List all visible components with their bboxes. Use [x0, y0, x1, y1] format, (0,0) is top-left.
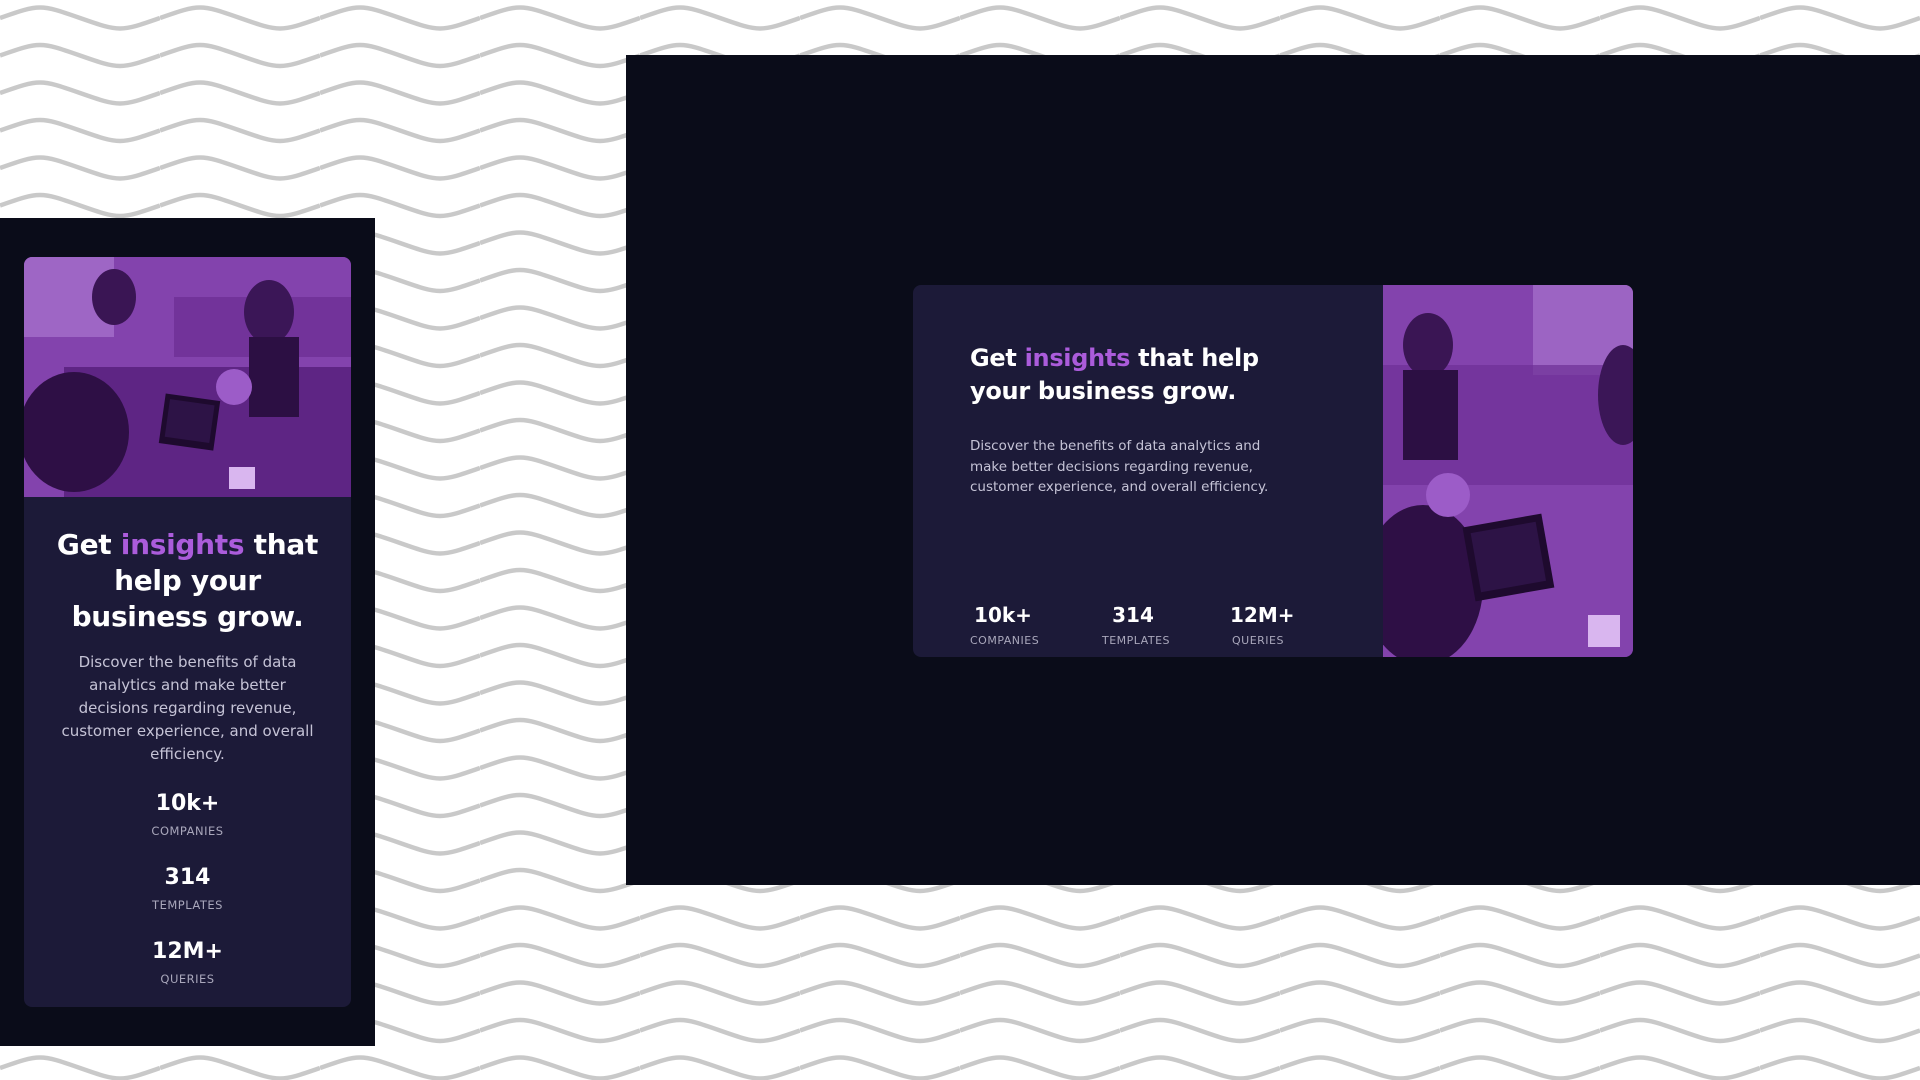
heading-accent-word: insights — [120, 528, 245, 561]
stat-label: TEMPLATES — [152, 898, 223, 912]
description-text: Discover the benefits of data analytics … — [970, 438, 1269, 495]
stat-item: 12M+ QUERIES — [1230, 602, 1295, 647]
stat-label: COMPANIES — [151, 824, 224, 838]
description-text: Discover the benefits of data analytics … — [61, 653, 314, 763]
desktop-preview-frame: Get insights that help your business gro… — [626, 55, 1920, 885]
stat-item: 314 TEMPLATES — [24, 864, 351, 938]
team-photo-image — [1383, 285, 1633, 657]
main-heading: Get insights that help your business gro… — [44, 527, 331, 635]
stat-value: 12M+ — [1230, 603, 1295, 627]
mobile-preview-frame: Get insights that help your business gro… — [0, 218, 375, 1046]
stat-label: QUERIES — [160, 972, 215, 986]
main-heading: Get insights that help your business gro… — [970, 342, 1290, 408]
stat-label: QUERIES — [1232, 634, 1284, 647]
stat-value: 12M+ — [152, 939, 223, 964]
team-photo-image — [24, 257, 351, 497]
stat-value: 10k+ — [155, 791, 220, 816]
heading-accent-word: insights — [1024, 344, 1131, 372]
stat-item: 10k+ COMPANIES — [970, 602, 1040, 647]
stat-value: 314 — [1112, 603, 1154, 627]
stat-label: COMPANIES — [970, 634, 1040, 647]
stat-value: 10k+ — [974, 603, 1032, 627]
stats-list: 10k+ COMPANIES 314 TEMPLATES 12M+ QUERIE… — [970, 602, 1310, 657]
stats-preview-card-desktop: Get insights that help your business gro… — [913, 285, 1633, 657]
heading-prefix: Get — [56, 528, 121, 561]
stats-list: 10k+ COMPANIES 314 TEMPLATES 12M+ QUERIE… — [24, 790, 351, 1007]
stat-item: 12M+ QUERIES — [24, 938, 351, 1007]
stat-value: 314 — [164, 865, 211, 890]
stat-label: TEMPLATES — [1102, 634, 1170, 647]
stat-item: 10k+ COMPANIES — [24, 790, 351, 864]
stats-preview-card-mobile: Get insights that help your business gro… — [24, 257, 351, 1007]
heading-prefix: Get — [970, 344, 1025, 372]
stat-item: 314 TEMPLATES — [1102, 602, 1170, 647]
